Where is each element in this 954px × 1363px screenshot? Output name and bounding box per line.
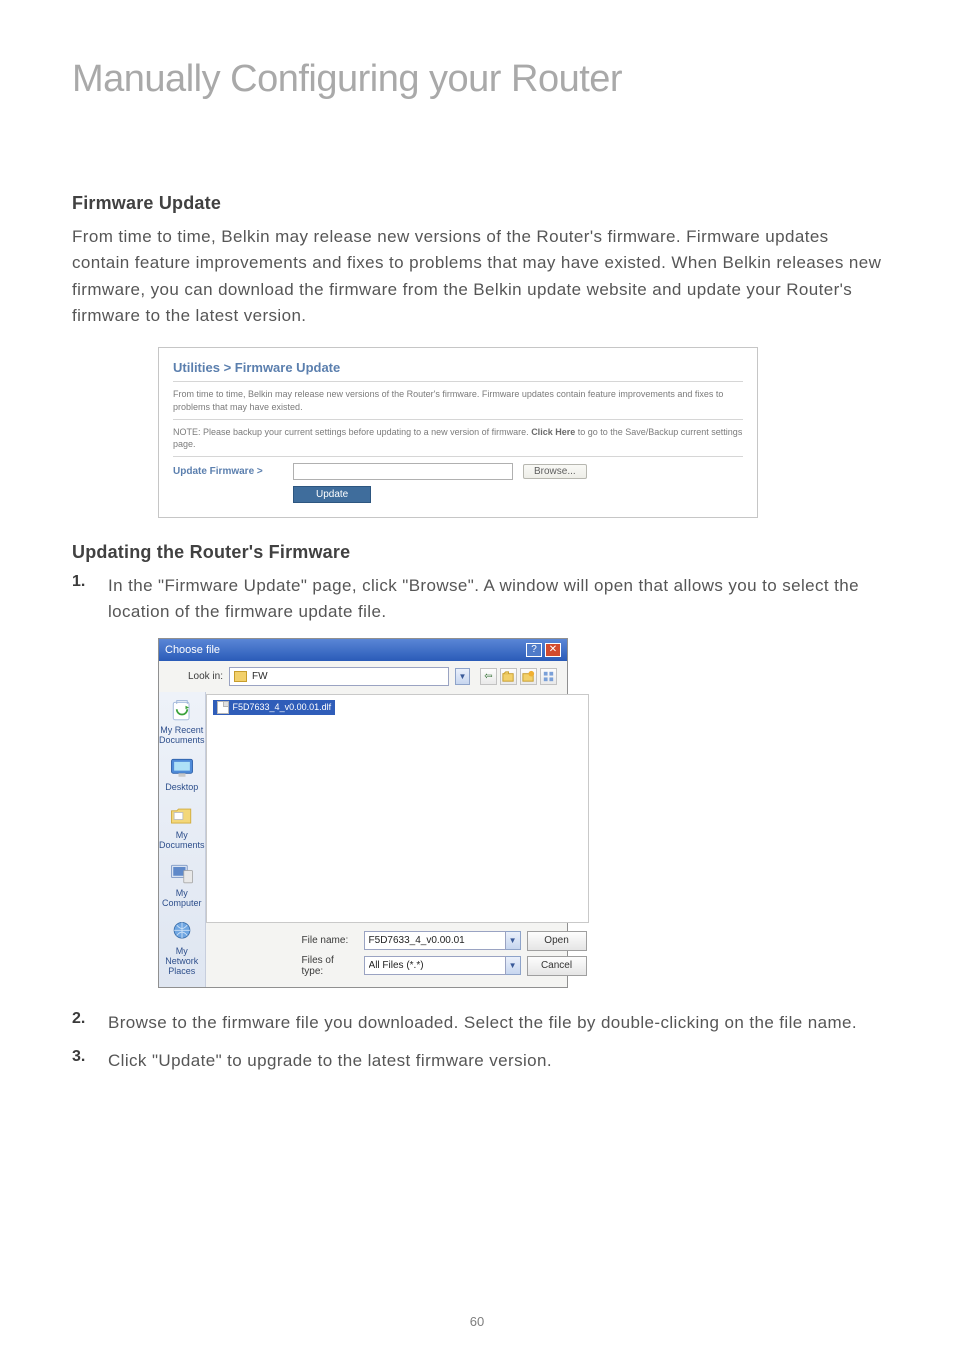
recent-docs-icon: [167, 698, 197, 724]
cancel-button[interactable]: Cancel: [527, 956, 587, 976]
router-ui-screenshot: Utilities > Firmware Update From time to…: [158, 347, 758, 518]
lookin-row: Look in: FW ▼ ⇦: [159, 661, 567, 692]
update-firmware-label: Update Firmware >: [173, 466, 283, 477]
file-dialog-screenshot: Choose file ? ✕ Look in: FW ▼ ⇦: [158, 638, 568, 988]
lookin-value: FW: [252, 671, 268, 682]
step-number: 1.: [72, 573, 108, 626]
click-here-link[interactable]: Click Here: [531, 427, 575, 437]
folder-icon: [234, 671, 247, 682]
filename-label: File name:: [296, 935, 358, 946]
places-recent[interactable]: My Recent Documents: [159, 698, 205, 746]
updating-firmware-heading: Updating the Router's Firmware: [72, 542, 882, 563]
filetype-dropdown[interactable]: [364, 956, 506, 975]
step-3: 3. Click "Update" to upgrade to the late…: [72, 1048, 882, 1074]
places-computer[interactable]: My Computer: [159, 861, 205, 909]
step-number: 3.: [72, 1048, 108, 1074]
update-button[interactable]: Update: [293, 486, 371, 503]
desktop-icon: [167, 755, 197, 781]
places-bar: My Recent Documents Desktop My Documents…: [159, 692, 206, 987]
step-2: 2. Browse to the firmware file you downl…: [72, 1010, 882, 1036]
note-prefix: NOTE: Please backup your current setting…: [173, 427, 531, 437]
chevron-down-icon[interactable]: ▼: [506, 956, 521, 975]
help-icon[interactable]: ?: [526, 643, 542, 657]
places-desktop-label: Desktop: [165, 783, 198, 793]
file-list-area[interactable]: F5D7633_4_v0.00.01.dlf: [206, 694, 589, 923]
router-ui-title: Utilities > Firmware Update: [173, 360, 743, 375]
back-icon[interactable]: ⇦: [480, 668, 497, 685]
close-icon[interactable]: ✕: [545, 643, 561, 657]
filetype-label: Files of type:: [296, 955, 358, 977]
browse-button[interactable]: Browse...: [523, 464, 587, 479]
places-recent-label: My Recent Documents: [159, 726, 205, 746]
firmware-path-input[interactable]: [293, 463, 513, 480]
open-button[interactable]: Open: [527, 931, 587, 951]
places-documents-label: My Documents: [159, 831, 205, 851]
step-text: Click "Update" to upgrade to the latest …: [108, 1048, 882, 1074]
page-title: Manually Configuring your Router: [72, 58, 882, 101]
file-item-label: F5D7633_4_v0.00.01.dlf: [233, 702, 332, 712]
up-folder-icon[interactable]: [500, 668, 517, 685]
step-number: 2.: [72, 1010, 108, 1036]
router-ui-note: NOTE: Please backup your current setting…: [173, 426, 743, 450]
places-network[interactable]: My Network Places: [159, 919, 205, 977]
places-desktop[interactable]: Desktop: [165, 755, 198, 793]
new-folder-icon[interactable]: [520, 668, 537, 685]
step-text: Browse to the firmware file you download…: [108, 1010, 882, 1036]
places-documents[interactable]: My Documents: [159, 803, 205, 851]
dialog-title: Choose file: [165, 644, 220, 656]
page-number: 60: [0, 1314, 954, 1329]
chevron-down-icon[interactable]: ▼: [455, 668, 470, 685]
divider: [173, 381, 743, 382]
divider: [173, 456, 743, 457]
chevron-down-icon[interactable]: ▼: [506, 931, 521, 950]
lookin-label: Look in:: [169, 671, 223, 682]
lookin-dropdown[interactable]: FW: [229, 667, 449, 686]
network-icon: [167, 919, 197, 945]
documents-icon: [167, 803, 197, 829]
divider: [173, 419, 743, 420]
router-ui-desc: From time to time, Belkin may release ne…: [173, 388, 743, 412]
update-firmware-row: Update Firmware > Browse...: [173, 463, 743, 480]
places-network-label: My Network Places: [159, 947, 205, 977]
firmware-update-heading: Firmware Update: [72, 193, 882, 214]
file-item-selected[interactable]: F5D7633_4_v0.00.01.dlf: [213, 700, 336, 715]
firmware-update-body: From time to time, Belkin may release ne…: [72, 224, 882, 329]
computer-icon: [167, 861, 197, 887]
filename-input[interactable]: [364, 931, 506, 950]
step-text: In the "Firmware Update" page, click "Br…: [108, 573, 882, 626]
view-menu-icon[interactable]: [540, 668, 557, 685]
step-1: 1. In the "Firmware Update" page, click …: [72, 573, 882, 626]
file-icon: [217, 701, 229, 714]
dialog-titlebar: Choose file ? ✕: [159, 639, 567, 661]
places-computer-label: My Computer: [159, 889, 205, 909]
